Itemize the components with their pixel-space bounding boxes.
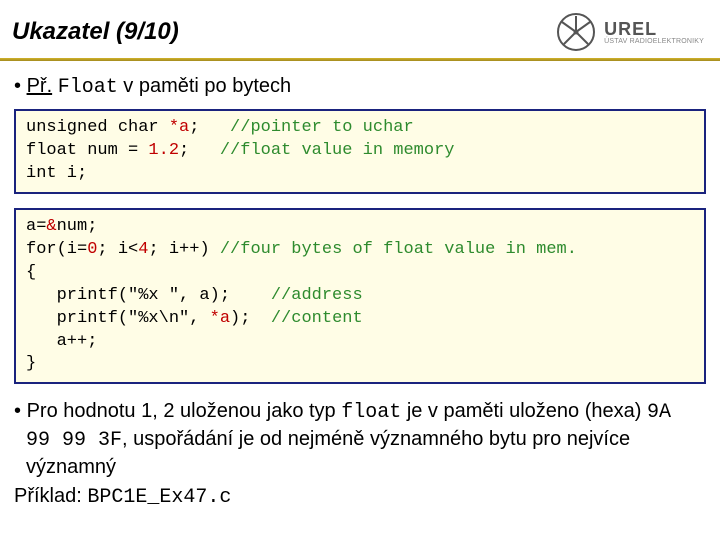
- logo-main: UREL: [604, 20, 704, 38]
- divider: [0, 58, 720, 61]
- intro-prefix: Př.: [27, 75, 53, 97]
- code-block-1: unsigned char *a; //pointer to uchar flo…: [14, 109, 706, 194]
- intro-rest: v paměti po bytech: [123, 75, 291, 97]
- page-title: Ukazatel (9/10): [12, 18, 179, 46]
- note-c1: float: [341, 401, 401, 424]
- code-block-2: a=&num; for(i=0; i<4; i++) //four bytes …: [14, 208, 706, 385]
- intro-code: Float: [58, 76, 118, 99]
- slide: Ukazatel (9/10) UREL ÚSTAV RADIOELEKTRON…: [0, 0, 720, 540]
- example-label: Příklad:: [14, 485, 87, 507]
- example-line: Příklad: BPC1E_Ex47.c: [14, 485, 706, 509]
- urel-logo-icon: [556, 12, 596, 52]
- header: Ukazatel (9/10) UREL ÚSTAV RADIOELEKTRON…: [0, 0, 720, 58]
- logo-sub: ÚSTAV RADIOELEKTRONIKY: [604, 38, 704, 45]
- logo-text: UREL ÚSTAV RADIOELEKTRONIKY: [604, 20, 704, 45]
- example-file: BPC1E_Ex47.c: [87, 486, 231, 509]
- note-paragraph: Pro hodnotu 1, 2 uloženou jako typ float…: [26, 398, 706, 481]
- intro-line: • Př. Float v paměti po bytech: [14, 75, 706, 99]
- note-t1: Pro hodnotu 1, 2 uloženou jako typ: [27, 400, 342, 422]
- slide-body: • Př. Float v paměti po bytech unsigned …: [0, 75, 720, 509]
- logo: UREL ÚSTAV RADIOELEKTRONIKY: [556, 12, 704, 52]
- note-t2: je v paměti uloženo (hexa): [407, 400, 647, 422]
